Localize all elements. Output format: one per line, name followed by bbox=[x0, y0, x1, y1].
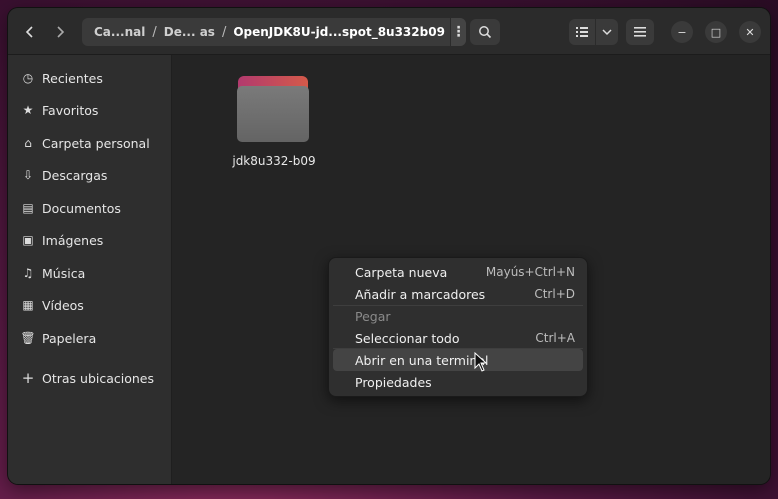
sidebar-item-favoritos[interactable]: ★ Favoritos bbox=[8, 96, 171, 124]
sidebar-item-descargas[interactable]: ⇩ Descargas bbox=[8, 161, 171, 189]
home-icon: ⌂ bbox=[24, 136, 32, 150]
menu-item-label: Pegar bbox=[355, 308, 391, 324]
image-icon: ▣ bbox=[22, 233, 34, 247]
sidebar-item-musica[interactable]: ♫ Música bbox=[8, 259, 171, 287]
hamburger-icon bbox=[634, 27, 646, 37]
menu-item-label: Propiedades bbox=[355, 374, 432, 390]
sidebar-item-carpeta-personal[interactable]: ⌂ Carpeta personal bbox=[8, 129, 171, 157]
main-menu-button[interactable] bbox=[626, 19, 654, 45]
sidebar-item-label: Música bbox=[42, 265, 86, 281]
close-button[interactable]: ✕ bbox=[739, 21, 761, 43]
menu-item-shortcut: Mayús+Ctrl+N bbox=[485, 265, 575, 279]
maximize-button[interactable]: □ bbox=[705, 21, 727, 43]
chevron-down-icon bbox=[602, 29, 612, 36]
video-icon: ▦ bbox=[22, 298, 34, 312]
menu-item-label: Añadir a marcadores bbox=[355, 286, 486, 302]
sidebar-item-label: Carpeta personal bbox=[42, 135, 150, 151]
plus-icon: + bbox=[21, 369, 35, 387]
folder-name[interactable]: jdk8u332-b09 bbox=[222, 154, 326, 168]
breadcrumb-item-carpeta-personal[interactable]: Ca...nal bbox=[82, 25, 150, 39]
chevron-left-icon bbox=[25, 26, 33, 38]
sidebar-item-label: Descargas bbox=[42, 167, 108, 183]
sidebar-item-label: Otras ubicaciones bbox=[42, 370, 155, 386]
breadcrumb-item-current[interactable]: OpenJDK8U-jd...spot_8u332b09 bbox=[228, 25, 450, 39]
menu-item-carpeta-nueva[interactable]: Carpeta nueva Mayús+Ctrl+N bbox=[333, 261, 583, 283]
sidebar-item-recientes[interactable]: ◷ Recientes bbox=[8, 64, 171, 92]
context-menu: Carpeta nueva Mayús+Ctrl+N Añadir a marc… bbox=[328, 257, 588, 397]
menu-item-propiedades[interactable]: Propiedades bbox=[333, 371, 583, 393]
document-icon: ▤ bbox=[22, 201, 34, 215]
sidebar-item-label: Papelera bbox=[42, 330, 97, 346]
breadcrumb: Ca...nal / De... as / OpenJDK8U-jd...spo… bbox=[82, 18, 466, 46]
sidebar-item-label: Recientes bbox=[42, 70, 103, 86]
path-menu-button[interactable]: ⋮ bbox=[449, 18, 466, 46]
sidebar-item-label: Documentos bbox=[42, 200, 121, 216]
back-button[interactable] bbox=[18, 19, 42, 45]
chevron-right-icon bbox=[57, 26, 65, 38]
list-view-icon bbox=[576, 27, 588, 37]
view-options-dropdown[interactable] bbox=[596, 19, 618, 45]
file-manager-window: Ca...nal / De... as / OpenJDK8U-jd...spo… bbox=[8, 8, 770, 484]
star-icon: ★ bbox=[22, 103, 34, 117]
menu-item-abrir-terminal[interactable]: Abrir en una terminal bbox=[333, 349, 583, 371]
breadcrumb-item-descargas[interactable]: De... as bbox=[159, 25, 220, 39]
sidebar-item-imagenes[interactable]: ▣ Imágenes bbox=[8, 226, 171, 254]
search-icon bbox=[479, 26, 492, 39]
sidebar-item-label: Vídeos bbox=[42, 297, 84, 313]
minimize-icon: − bbox=[677, 25, 687, 39]
mouse-cursor-icon bbox=[474, 352, 488, 372]
menu-item-label: Seleccionar todo bbox=[355, 330, 460, 346]
forward-button[interactable] bbox=[48, 19, 72, 45]
header-bar: Ca...nal / De... as / OpenJDK8U-jd...spo… bbox=[8, 8, 770, 55]
sidebar-item-videos[interactable]: ▦ Vídeos bbox=[8, 291, 171, 319]
menu-item-shortcut: Ctrl+A bbox=[535, 331, 575, 345]
sidebar-item-papelera[interactable]: 🗑 Papelera bbox=[8, 324, 171, 352]
clock-icon: ◷ bbox=[22, 71, 34, 85]
folder-icon[interactable] bbox=[235, 70, 311, 146]
minimize-button[interactable]: − bbox=[671, 21, 693, 43]
sidebar-item-label: Favoritos bbox=[42, 102, 99, 118]
menu-item-label: Abrir en una terminal bbox=[355, 352, 489, 368]
list-view-button[interactable] bbox=[569, 19, 595, 45]
menu-item-seleccionar-todo[interactable]: Seleccionar todo Ctrl+A bbox=[333, 327, 583, 349]
menu-item-shortcut: Ctrl+D bbox=[534, 287, 575, 301]
maximize-icon: □ bbox=[710, 25, 722, 39]
close-icon: ✕ bbox=[745, 25, 755, 39]
breadcrumb-separator: / bbox=[221, 24, 227, 40]
download-icon: ⇩ bbox=[22, 168, 34, 182]
menu-item-anadir-marcadores[interactable]: Añadir a marcadores Ctrl+D bbox=[333, 283, 583, 305]
breadcrumb-separator: / bbox=[152, 24, 157, 40]
sidebar: ◷ Recientes ★ Favoritos ⌂ Carpeta person… bbox=[8, 55, 172, 484]
sidebar-item-documentos[interactable]: ▤ Documentos bbox=[8, 194, 171, 222]
menu-item-pegar: Pegar bbox=[333, 305, 583, 327]
music-icon: ♫ bbox=[22, 266, 34, 280]
trash-icon: 🗑 bbox=[20, 331, 36, 345]
sidebar-item-otras-ubicaciones[interactable]: + Otras ubicaciones bbox=[8, 364, 171, 392]
search-button[interactable] bbox=[470, 19, 500, 45]
sidebar-item-label: Imágenes bbox=[42, 232, 104, 248]
menu-item-label: Carpeta nueva bbox=[355, 264, 448, 280]
